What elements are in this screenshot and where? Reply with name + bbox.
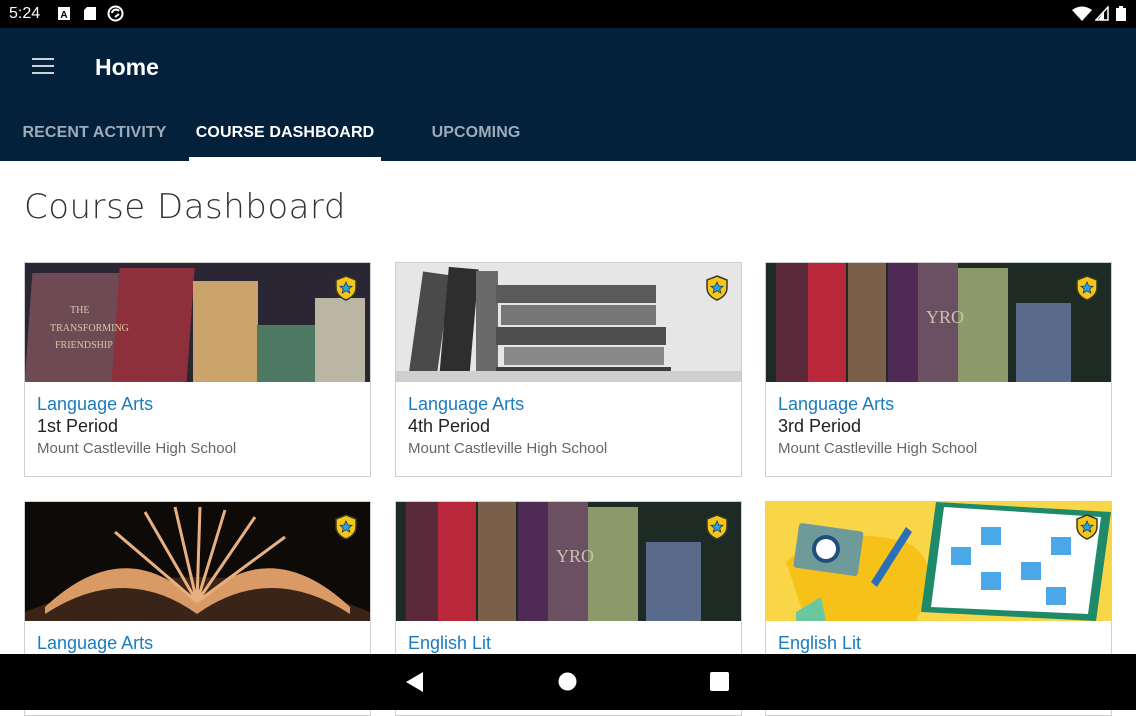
shield-star-icon xyxy=(1076,514,1098,540)
course-subject-link[interactable]: English Lit xyxy=(778,633,861,654)
section-heading: Course Dashboard xyxy=(24,187,346,227)
course-image xyxy=(766,502,1111,621)
course-school: Mount Castleville High School xyxy=(37,440,237,457)
battery-icon xyxy=(1116,6,1126,21)
sync-icon xyxy=(107,5,124,22)
app-bar xyxy=(0,28,1136,161)
svg-text:THE: THE xyxy=(70,305,89,316)
course-subject-link[interactable]: Language Arts xyxy=(37,633,153,654)
hamburger-menu-icon[interactable] xyxy=(32,58,54,76)
shield-star-icon xyxy=(335,275,357,301)
course-school: Mount Castleville High School xyxy=(778,440,978,457)
course-image: YRO xyxy=(766,263,1111,382)
home-icon[interactable] xyxy=(558,672,577,691)
wifi-icon xyxy=(1072,6,1092,21)
back-icon[interactable] xyxy=(406,672,424,692)
svg-text:YRO: YRO xyxy=(926,307,964,327)
clock: 5:24 xyxy=(9,5,41,22)
svg-text:YRO: YRO xyxy=(556,546,594,566)
tab-upcoming[interactable]: UPCOMING xyxy=(381,96,571,141)
svg-text:FRIENDSHIP: FRIENDSHIP xyxy=(55,340,113,351)
course-period: 3rd Period xyxy=(778,416,862,436)
shield-star-icon xyxy=(706,514,728,540)
system-nav-bar xyxy=(0,654,1136,710)
tab-course-dashboard[interactable]: COURSE DASHBOARD xyxy=(189,96,381,141)
course-image xyxy=(396,263,741,382)
course-image xyxy=(25,502,370,621)
course-subject-link[interactable]: English Lit xyxy=(408,633,491,654)
course-image: THE TRANSFORMING FRIENDSHIP xyxy=(25,263,370,382)
course-period: 1st Period xyxy=(37,416,119,436)
page-title: Home xyxy=(95,54,159,80)
course-card[interactable]: YRO Language Arts 3rd Period Mount Castl… xyxy=(765,262,1112,477)
active-tab-indicator xyxy=(189,157,381,161)
sd-card-icon xyxy=(84,7,96,20)
cell-signal-icon xyxy=(1095,6,1109,21)
a-notification-icon: A xyxy=(58,7,70,21)
status-bar: 5:24 A xyxy=(0,0,1136,28)
tab-recent-activity[interactable]: RECENT ACTIVITY xyxy=(0,96,189,141)
svg-text:TRANSFORMING: TRANSFORMING xyxy=(50,323,129,334)
course-image: YRO xyxy=(396,502,741,621)
course-subject-link[interactable]: Language Arts xyxy=(37,394,153,415)
recents-icon[interactable] xyxy=(710,672,729,691)
shield-star-icon xyxy=(706,275,728,301)
course-school: Mount Castleville High School xyxy=(408,440,608,457)
course-period: 4th Period xyxy=(408,416,491,436)
svg-text:A: A xyxy=(60,10,67,21)
shield-star-icon xyxy=(335,514,357,540)
course-card[interactable]: Language Arts 4th Period Mount Castlevil… xyxy=(395,262,742,477)
course-card[interactable]: THE TRANSFORMING FRIENDSHIP Language Art… xyxy=(24,262,371,477)
course-subject-link[interactable]: Language Arts xyxy=(778,394,894,415)
shield-star-icon xyxy=(1076,275,1098,301)
course-subject-link[interactable]: Language Arts xyxy=(408,394,524,415)
